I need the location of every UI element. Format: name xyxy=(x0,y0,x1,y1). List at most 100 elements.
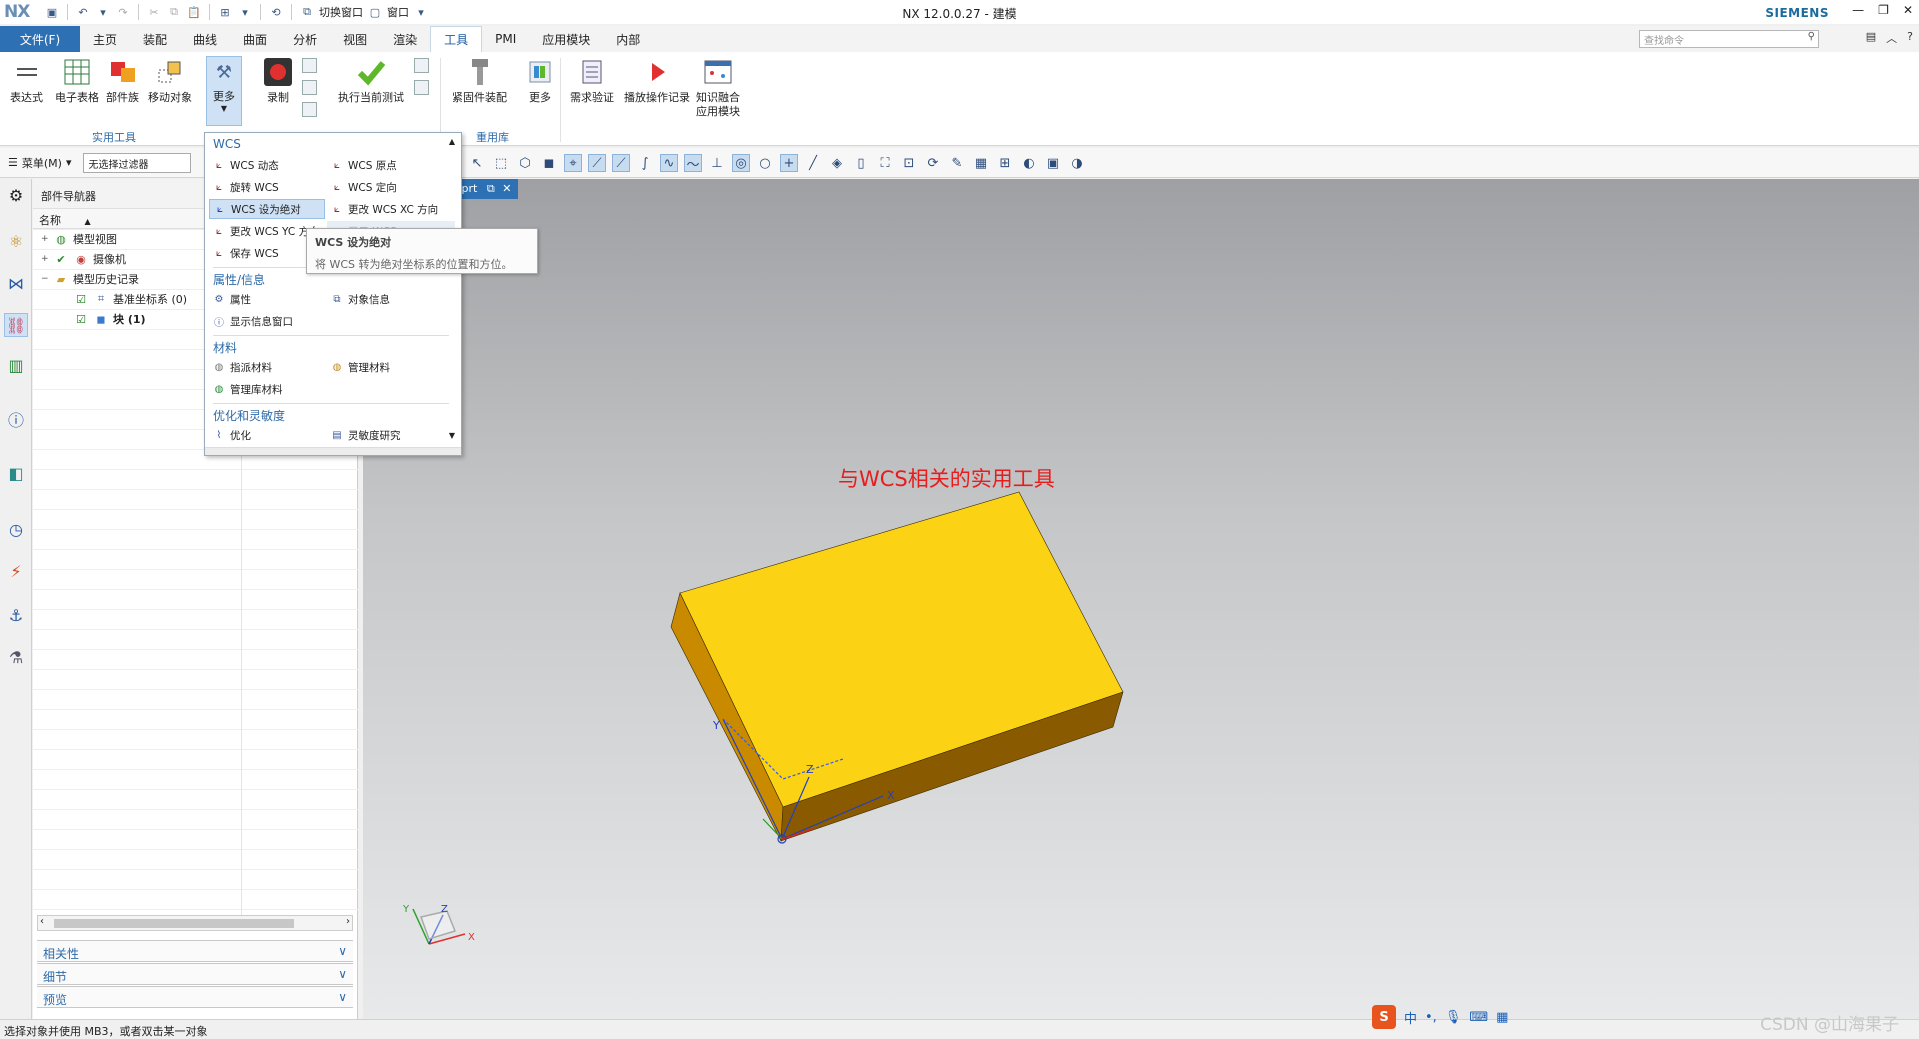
menu-item-wcs-dynamic[interactable]: ⟀ WCS 动态 xyxy=(209,155,325,175)
circle-icon[interactable]: ○ xyxy=(756,154,774,172)
constraint-navigator-icon[interactable]: ⋈ xyxy=(4,271,28,295)
pan-icon[interactable]: ✎ xyxy=(948,154,966,172)
scroll-right-icon[interactable]: › xyxy=(346,916,350,927)
cube-icon[interactable]: ⬡ xyxy=(516,154,534,172)
menu-item-manage-material[interactable]: ◍ 管理材料 xyxy=(327,357,455,377)
dropdown-arrow-icon[interactable]: ▾ xyxy=(95,4,111,20)
playback-journal-button[interactable]: 播放操作记录 xyxy=(624,56,690,105)
record-settings-icon[interactable] xyxy=(302,102,317,117)
tab-pmi[interactable]: PMI xyxy=(482,26,529,52)
graphics-window[interactable]: .prt ⧉ ✕ 与WCS相关的实用工具 Z X Y X Y Z xyxy=(363,179,1919,1019)
collapse-ribbon-icon[interactable]: ︿ xyxy=(1886,30,1897,46)
menu-item-info-window[interactable]: ⓘ 显示信息窗口 xyxy=(209,311,349,331)
pause-record-icon[interactable] xyxy=(302,80,317,95)
paste-icon[interactable]: 📋 xyxy=(186,4,202,20)
dropdown-arrow-icon[interactable]: ▾ xyxy=(413,4,429,20)
menu-item-assign-material[interactable]: ◍ 指派材料 xyxy=(209,357,325,377)
tab-curve[interactable]: 曲线 xyxy=(180,26,230,52)
roles-icon[interactable]: ⚓ xyxy=(4,603,28,627)
tab-home[interactable]: 主页 xyxy=(80,26,130,52)
dropdown-arrow-icon[interactable]: ▾ xyxy=(237,4,253,20)
midpoint-icon[interactable]: ⊥ xyxy=(708,154,726,172)
cube-icon[interactable]: ◼ xyxy=(540,154,558,172)
type-filter-select[interactable]: 无选择过滤器 xyxy=(83,152,192,173)
snap-endpoint-icon[interactable]: ⌖ xyxy=(564,154,582,172)
display-cube-icon[interactable]: ▣ xyxy=(1044,154,1062,172)
face-icon[interactable]: ◈ xyxy=(828,154,846,172)
lasso-icon[interactable]: ⬚ xyxy=(492,154,510,172)
expression-button[interactable]: 表达式 xyxy=(10,56,43,105)
center-icon[interactable]: ◎ xyxy=(732,154,750,172)
scroll-down-icon[interactable]: ▼ xyxy=(449,431,455,440)
search-icon[interactable]: ⚲ xyxy=(1808,31,1815,42)
record-button[interactable]: 录制 xyxy=(262,56,294,105)
help-icon[interactable]: ? xyxy=(1907,30,1913,46)
web-browser-icon[interactable]: ⓘ xyxy=(4,407,28,431)
checkbox-icon[interactable]: ☑ xyxy=(73,292,89,306)
microphone-icon[interactable]: 🎙 xyxy=(1445,1010,1462,1025)
scroll-left-icon[interactable]: ‹ xyxy=(40,916,44,927)
menu-resize-grip[interactable] xyxy=(205,447,461,455)
expand-icon[interactable]: + xyxy=(41,254,53,264)
cut-icon[interactable]: ✂ xyxy=(146,4,162,20)
more-utilities-button[interactable]: ⚒ 更多 ▼ xyxy=(206,56,242,126)
horizontal-scrollbar[interactable]: ‹ › xyxy=(37,915,353,931)
restore-icon[interactable]: ❐ xyxy=(1878,3,1889,17)
clock-icon[interactable]: ◷ xyxy=(4,517,28,541)
requirements-validation-button[interactable]: 需求验证 xyxy=(570,56,614,105)
redo-icon[interactable]: ↷ xyxy=(115,4,131,20)
ime-language[interactable]: 中 xyxy=(1404,1008,1417,1027)
spline-icon[interactable]: ∿ xyxy=(660,154,678,172)
test-option-icon[interactable] xyxy=(414,58,429,73)
keyboard-icon[interactable]: ⌨ xyxy=(1469,1010,1488,1025)
spreadsheet-button[interactable]: 电子表格 xyxy=(55,56,99,105)
save-icon[interactable]: ▣ xyxy=(44,4,60,20)
stop-record-icon[interactable] xyxy=(302,58,317,73)
menu-item-wcs-set-absolute[interactable]: ⟀ WCS 设为绝对 xyxy=(209,199,325,219)
window-menu-button[interactable]: 窗口 xyxy=(387,4,409,20)
minimize-icon[interactable]: — xyxy=(1852,3,1864,17)
layout-icon[interactable]: ⊞ xyxy=(996,154,1014,172)
accordion-details[interactable]: 细节 ∨ xyxy=(37,963,353,985)
view-fit-icon[interactable]: ⛶ xyxy=(876,154,894,172)
close-icon[interactable]: ✕ xyxy=(1903,3,1913,17)
view-zoom-icon[interactable]: ⊡ xyxy=(900,154,918,172)
scroll-up-icon[interactable]: ▲ xyxy=(449,137,455,146)
intersection-icon[interactable]: + xyxy=(780,154,798,172)
scrollbar-thumb[interactable] xyxy=(54,919,294,928)
rotate-icon[interactable]: ⟳ xyxy=(924,154,942,172)
snap-line-icon[interactable]: ⟋ xyxy=(588,154,606,172)
fastener-assembly-button[interactable]: 紧固件装配 xyxy=(452,56,507,105)
tab-tools[interactable]: 工具 xyxy=(430,26,483,52)
window-icon[interactable]: ▢ xyxy=(367,4,383,20)
menu-item-object-info[interactable]: ⧉ 对象信息 xyxy=(327,289,455,309)
repeat-command-icon[interactable]: ⟲ xyxy=(268,4,284,20)
accordion-preview[interactable]: 预览 ∨ xyxy=(37,986,353,1008)
expand-icon[interactable]: + xyxy=(41,234,53,244)
shade-icon[interactable]: ◐ xyxy=(1020,154,1038,172)
undo-icon[interactable]: ↶ xyxy=(75,4,91,20)
menu-item-sensitivity-study[interactable]: ▤ 灵敏度研究 xyxy=(327,425,455,445)
checkbox-icon[interactable]: ☑ xyxy=(73,312,89,326)
part-navigator-icon[interactable]: ⛓ xyxy=(4,313,28,337)
visibility-icon[interactable]: ◑ xyxy=(1068,154,1086,172)
switch-window-button[interactable]: 切换窗口 xyxy=(319,4,363,20)
run-current-test-button[interactable]: 执行当前测试 xyxy=(338,56,404,105)
history-icon[interactable]: ◧ xyxy=(4,461,28,485)
ribbon-options-icon[interactable]: ▤ xyxy=(1866,30,1876,46)
menu-item-optimization[interactable]: ⌇ 优化 xyxy=(209,425,325,445)
menu-item-wcs-orient[interactable]: ⟀ WCS 定向 xyxy=(327,177,455,197)
tab-assembly[interactable]: 装配 xyxy=(130,26,180,52)
tab-internal[interactable]: 内部 xyxy=(603,26,653,52)
system-scene-icon[interactable]: ⚗ xyxy=(4,645,28,669)
process-studio-icon[interactable]: ⚡ xyxy=(4,559,28,583)
select-icon[interactable]: ↖ xyxy=(468,154,486,172)
copy-icon[interactable]: ⧉ xyxy=(166,4,182,20)
command-search-input[interactable]: 查找命令 ⚲ xyxy=(1639,30,1819,48)
tab-applications[interactable]: 应用模块 xyxy=(529,26,603,52)
menu-button[interactable]: ☰ 菜单(M) ▾ xyxy=(8,155,71,171)
reuse-more-button[interactable]: 更多 xyxy=(524,56,556,105)
reuse-library-icon[interactable]: ▥ xyxy=(4,353,28,377)
sogou-logo-icon[interactable]: S xyxy=(1372,1005,1396,1029)
knowledge-fusion-button[interactable]: 知识融合 应用模块 xyxy=(696,56,740,119)
